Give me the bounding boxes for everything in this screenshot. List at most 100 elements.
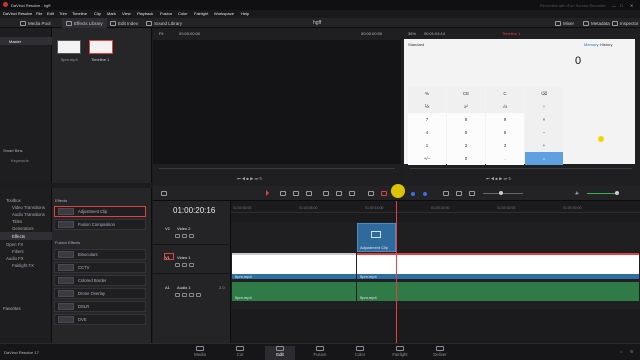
timeline-transport-controls[interactable]: ⏮ ◀ ■ ▶ ⏭ ↻ (486, 176, 512, 181)
effect-drone-overlay[interactable]: Drone Overlay (54, 288, 146, 299)
overwrite-clip-icon[interactable] (336, 191, 342, 196)
calc-key[interactable]: 3 (486, 139, 524, 152)
minimize-icon[interactable]: — (612, 3, 616, 8)
sound-library-button[interactable]: Sound Library (146, 18, 182, 28)
menu-fairlight[interactable]: Fairlight (194, 11, 208, 16)
menu-color[interactable]: Color (178, 11, 188, 16)
dynamic-trim-icon[interactable] (293, 191, 299, 196)
close-icon[interactable]: ✕ (630, 3, 633, 8)
audio-clip[interactable]: 5pm.mp4 (232, 282, 356, 301)
video-clip[interactable]: 5pm.mp4 (357, 253, 639, 279)
calc-key[interactable]: √x (486, 100, 524, 113)
calc-key[interactable]: ⅟x (408, 100, 446, 113)
source-scrubber[interactable] (159, 168, 395, 169)
zoom-slider-handle[interactable] (499, 191, 503, 195)
calc-key[interactable]: 1 (408, 139, 446, 152)
track-header-v2[interactable]: V2 Video 2 (153, 221, 231, 245)
timeline-viewer-name[interactable]: Timeline 1 (502, 31, 520, 36)
calc-key[interactable]: + (525, 139, 563, 152)
effect-binoculars[interactable]: Binoculars (54, 249, 146, 260)
calc-key[interactable]: CE (447, 87, 485, 100)
layout-icon[interactable] (161, 191, 167, 196)
calc-key[interactable]: 5 (447, 126, 485, 139)
video-clip[interactable]: 5pm.mp4 (232, 253, 356, 279)
flag-icon[interactable] (411, 192, 415, 196)
tree-audio-transitions[interactable]: Audio Transitions (12, 212, 45, 217)
blade-tool-icon[interactable] (306, 191, 312, 196)
menu-workspace[interactable]: Workspace (214, 11, 234, 16)
tree-open-fx[interactable]: Open FX (6, 242, 23, 247)
volume-handle[interactable] (615, 191, 619, 195)
zoom-detail-icon[interactable] (456, 191, 462, 196)
effect-colored-border[interactable]: Colored Border (54, 275, 146, 286)
calc-key[interactable]: 4 (408, 126, 446, 139)
tree-video-transitions[interactable]: Video Transitions (12, 205, 45, 210)
track-lane-v2[interactable] (231, 222, 640, 252)
mixer-button[interactable]: Mixer (555, 18, 574, 28)
tree-filters[interactable]: Filters (12, 249, 24, 254)
tree-titles[interactable]: Titles (12, 219, 22, 224)
volume-slider[interactable] (587, 193, 617, 194)
tree-effects-row[interactable]: Effects (0, 232, 52, 240)
calc-key[interactable]: 9 (486, 113, 524, 126)
menu-file[interactable]: File (36, 11, 42, 16)
calc-key[interactable]: % (408, 87, 446, 100)
media-pool-button[interactable]: Media Pool (20, 18, 51, 28)
snapping-icon[interactable] (368, 191, 374, 196)
page-deliver[interactable]: Deliver (425, 346, 455, 360)
bin-master[interactable]: Master (0, 37, 52, 45)
marker-icon[interactable] (423, 192, 427, 196)
calc-key[interactable]: 2 (447, 139, 485, 152)
calc-key[interactable]: ⌫ (525, 87, 563, 100)
calc-key[interactable]: 8 (447, 113, 485, 126)
zoom-custom-icon[interactable] (469, 191, 475, 196)
timeline-viewer-zoom[interactable]: 36% (408, 31, 416, 36)
replace-clip-icon[interactable] (349, 191, 355, 196)
timeline-ruler[interactable]: 01:00:00:00 01:00:08:00 01:00:16:00 01:0… (231, 201, 640, 213)
calc-key[interactable]: 0 (447, 152, 485, 165)
menu-clip[interactable]: Clip (94, 11, 101, 16)
source-zoom[interactable]: Fit (159, 31, 163, 36)
trim-tool-icon[interactable] (280, 191, 286, 196)
link-icon[interactable] (381, 191, 387, 196)
calc-key[interactable]: . (486, 152, 524, 165)
page-fairlight[interactable]: Fairlight (385, 346, 415, 360)
page-edit[interactable]: Edit (265, 346, 295, 360)
selection-tool-icon[interactable] (266, 190, 269, 196)
zoom-full-icon[interactable] (443, 191, 449, 196)
calc-key[interactable]: × (525, 113, 563, 126)
inspector-button[interactable]: Inspector (612, 18, 639, 28)
page-media[interactable]: Media (185, 346, 215, 360)
menu-help[interactable]: Help (241, 11, 249, 16)
settings-icon[interactable]: ⚙ (630, 349, 634, 354)
adjustment-clip[interactable]: Adjustment Clip (357, 223, 396, 252)
source-transport-controls[interactable]: ⏮ ◀ ■ ▶ ⏭ ↻ (237, 176, 263, 181)
menu-view[interactable]: View (122, 11, 131, 16)
calc-key[interactable]: = (525, 152, 563, 165)
track-controls[interactable] (175, 293, 201, 297)
audio-clip[interactable]: 5pm.mp4 (357, 282, 639, 301)
calc-key[interactable]: +/− (408, 152, 446, 165)
calc-key[interactable]: 7 (408, 113, 446, 126)
speaker-icon[interactable]: 🔈 (575, 190, 580, 195)
menu-trim[interactable]: Trim (59, 11, 67, 16)
insert-clip-icon[interactable] (323, 191, 329, 196)
calculator-frame[interactable]: Standard Memory History 0 % CE C ⌫ ⅟x x² √x ÷ 7 8… (404, 39, 635, 165)
playhead[interactable] (396, 201, 397, 343)
page-cut[interactable]: Cut (225, 346, 255, 360)
menu-playback[interactable]: Playback (137, 11, 153, 16)
home-icon[interactable]: ⌂ (620, 349, 622, 354)
calc-key[interactable]: 6 (486, 126, 524, 139)
effect-dve[interactable]: DVE (54, 314, 146, 325)
calc-key[interactable]: C (486, 87, 524, 100)
track-controls[interactable] (175, 234, 194, 238)
edit-index-button[interactable]: Edit Index (110, 18, 138, 28)
track-header-v1[interactable]: V1 Video 1 (153, 250, 231, 274)
media-pool-clip-thumbnail[interactable] (57, 40, 81, 54)
effect-adjustment-clip[interactable]: Adjustment Clip (54, 206, 146, 217)
smart-bin-keywords[interactable]: Keywords (11, 158, 29, 163)
tree-toolbox[interactable]: Toolbox (6, 198, 21, 203)
source-viewer-canvas[interactable] (153, 40, 401, 164)
effect-fusion-composition[interactable]: Fusion Composition (54, 219, 146, 230)
menu-fusion[interactable]: Fusion (160, 11, 172, 16)
